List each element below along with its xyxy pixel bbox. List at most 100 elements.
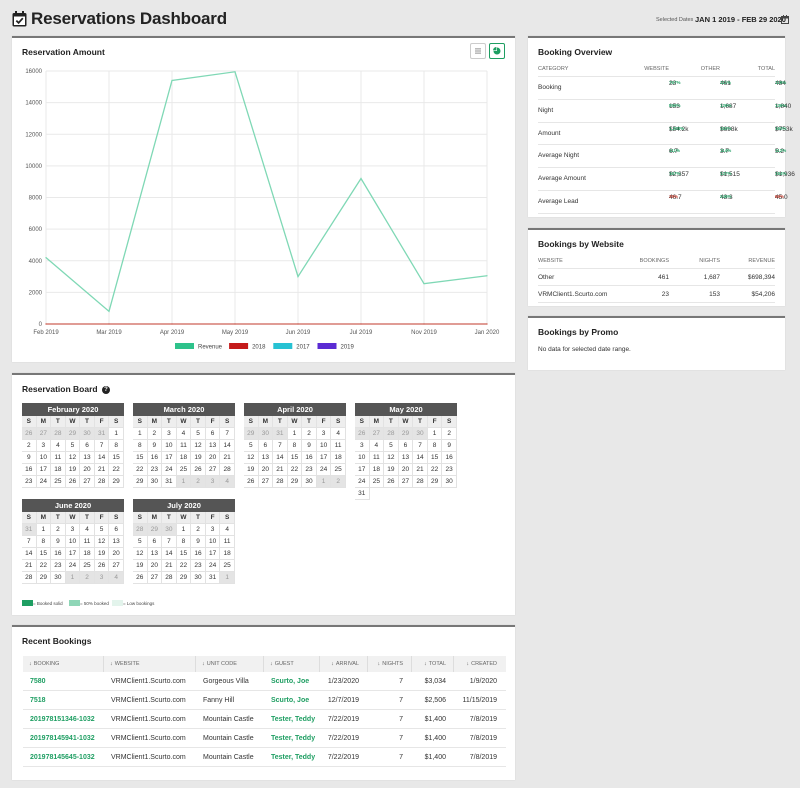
day-cell[interactable]: 15 [287,452,303,464]
day-cell[interactable]: 1 [36,524,52,536]
booking-cell[interactable]: 7518 [30,697,46,704]
guest-cell[interactable]: Tester, Teddy [271,754,315,761]
day-cell[interactable]: 17 [205,548,221,560]
day-cell[interactable]: 31 [205,572,221,584]
guest-cell[interactable]: Tester, Teddy [271,735,315,742]
day-cell[interactable]: 3 [355,440,370,452]
day-cell[interactable]: 14 [162,548,177,560]
day-cell[interactable]: 26 [133,572,148,584]
day-cell[interactable]: 11 [80,536,95,548]
day-cell[interactable]: 21 [162,560,177,572]
day-cell[interactable]: 9 [22,452,37,464]
day-cell[interactable]: 27 [258,476,274,488]
day-cell[interactable]: 13 [147,548,163,560]
day-cell[interactable]: 1 [176,524,192,536]
day-cell[interactable]: 6 [80,440,95,452]
day-cell[interactable]: 3 [65,524,81,536]
day-cell[interactable]: 3 [36,440,52,452]
day-cell[interactable]: 29 [133,476,148,488]
day-cell[interactable]: 25 [220,560,235,572]
day-cell[interactable]: 6 [147,536,163,548]
day-cell[interactable]: 18 [331,452,346,464]
day-cell[interactable]: 10 [355,452,370,464]
day-cell[interactable]: 23 [191,560,206,572]
day-cell[interactable]: 27 [80,476,95,488]
day-cell[interactable]: 29 [427,476,443,488]
day-cell[interactable]: 3 [316,428,332,440]
day-cell[interactable]: 10 [316,440,332,452]
booking-cell[interactable]: 201978145645-1032 [30,754,95,761]
column-header-website[interactable]: ↓ WEBSITE [110,661,140,667]
day-cell[interactable]: 13 [398,452,414,464]
day-cell[interactable]: 4 [80,524,95,536]
day-cell[interactable]: 2 [147,428,163,440]
day-cell[interactable]: 19 [244,464,259,476]
day-cell[interactable]: 20 [398,464,414,476]
day-cell[interactable]: 15 [133,452,148,464]
day-cell[interactable]: 5 [133,536,148,548]
day-cell[interactable]: 20 [258,464,274,476]
day-cell[interactable]: 16 [442,452,457,464]
column-header-booking[interactable]: ↓ BOOKING [29,661,59,667]
day-cell[interactable]: 12 [133,548,148,560]
day-cell[interactable]: 25 [51,476,66,488]
day-cell[interactable]: 24 [36,476,52,488]
table-view-button[interactable] [470,43,486,59]
day-cell[interactable]: 15 [427,452,443,464]
day-cell[interactable]: 7 [220,428,235,440]
day-cell[interactable]: 2 [22,440,37,452]
day-cell[interactable]: 15 [109,452,124,464]
day-cell[interactable]: 18 [220,548,235,560]
day-cell[interactable]: 8 [287,440,303,452]
day-cell[interactable]: 20 [80,464,95,476]
day-cell[interactable]: 19 [133,560,148,572]
day-cell[interactable]: 13 [205,440,221,452]
day-cell[interactable]: 6 [205,428,221,440]
day-cell[interactable]: 29 [287,476,303,488]
day-cell[interactable]: 7 [162,536,177,548]
day-cell[interactable]: 24 [316,464,332,476]
day-cell[interactable]: 13 [109,536,124,548]
day-cell[interactable]: 16 [51,548,66,560]
day-cell[interactable]: 21 [413,464,428,476]
day-cell[interactable]: 30 [302,476,317,488]
day-cell[interactable]: 3 [205,524,221,536]
day-cell[interactable]: 26 [191,464,206,476]
day-cell[interactable]: 3 [162,428,177,440]
chart-view-button[interactable] [489,43,505,59]
day-cell[interactable]: 2 [191,524,206,536]
column-header-unit-code[interactable]: ↓ UNIT CODE [202,661,237,667]
day-cell[interactable]: 30 [147,476,163,488]
day-cell[interactable]: 10 [36,452,52,464]
day-cell[interactable]: 18 [80,548,95,560]
day-cell[interactable]: 23 [51,560,66,572]
column-header-arrival[interactable]: ↓ ARRIVAL [331,661,359,667]
guest-cell[interactable]: Tester, Teddy [271,716,315,723]
day-cell[interactable]: 26 [65,476,81,488]
day-cell[interactable]: 8 [176,536,192,548]
day-cell[interactable]: 1 [109,428,124,440]
day-cell[interactable]: 24 [205,560,221,572]
day-cell[interactable]: 17 [162,452,177,464]
day-cell[interactable]: 4 [176,428,192,440]
day-cell[interactable]: 9 [147,440,163,452]
day-cell[interactable]: 8 [133,440,148,452]
day-cell[interactable]: 22 [176,560,192,572]
day-cell[interactable]: 29 [36,572,52,584]
day-cell[interactable]: 28 [220,464,235,476]
column-header-created[interactable]: ↓ CREATED [466,661,497,667]
day-cell[interactable]: 10 [162,440,177,452]
day-cell[interactable]: 10 [65,536,81,548]
day-cell[interactable]: 23 [442,464,457,476]
day-cell[interactable]: 28 [22,572,37,584]
day-cell[interactable]: 26 [244,476,259,488]
day-cell[interactable]: 6 [109,524,124,536]
day-cell[interactable]: 19 [384,464,399,476]
day-cell[interactable]: 21 [220,452,235,464]
day-cell[interactable]: 5 [384,440,399,452]
day-cell[interactable]: 12 [94,536,110,548]
day-cell[interactable]: 20 [147,560,163,572]
day-cell[interactable]: 6 [258,440,274,452]
day-cell[interactable]: 2 [442,428,457,440]
day-cell[interactable]: 25 [176,464,192,476]
